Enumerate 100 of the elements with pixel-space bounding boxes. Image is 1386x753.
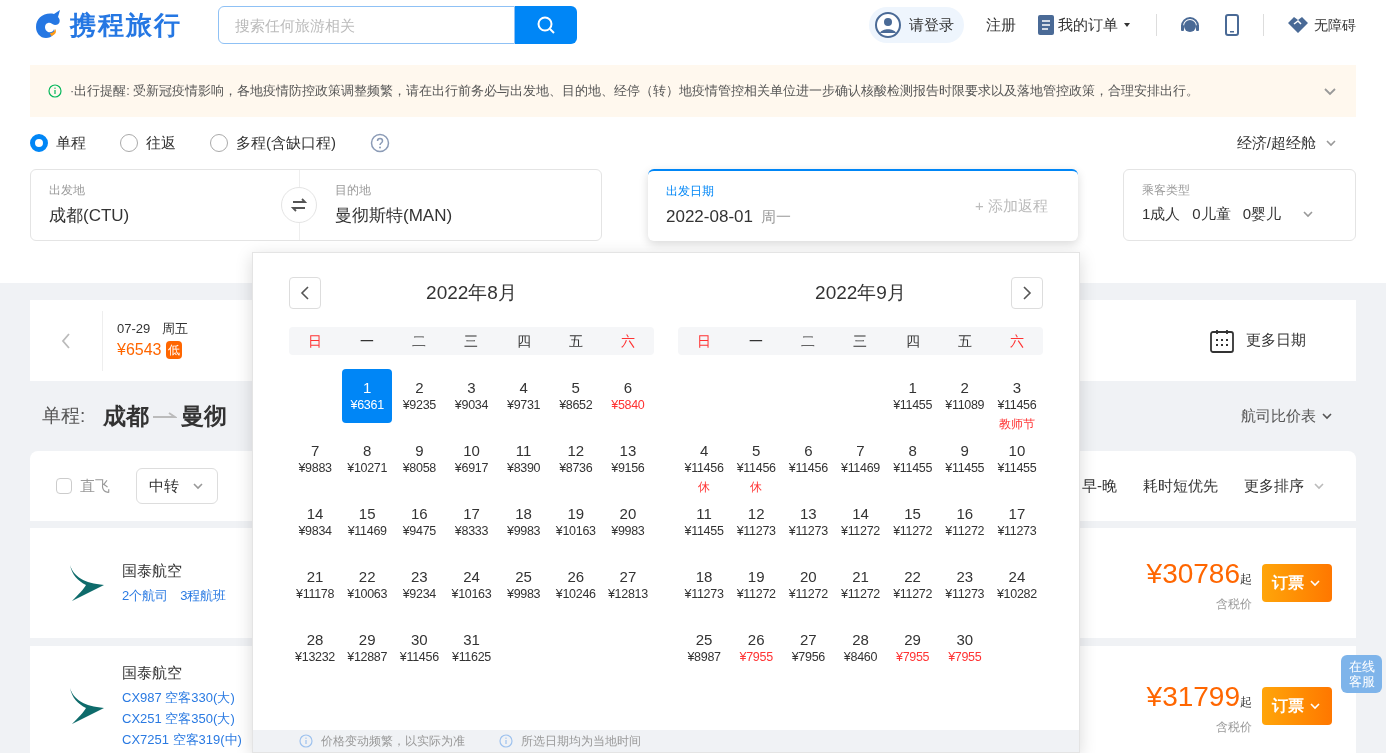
origin-field[interactable]: 出发地 成都(CTU): [31, 170, 281, 240]
orders-button[interactable]: 我的订单: [1038, 13, 1132, 37]
calendar-day[interactable]: 23 ¥9234: [394, 558, 445, 612]
calendar-day[interactable]: 23 ¥11273: [939, 558, 990, 612]
sort-option[interactable]: 早-晚: [1082, 474, 1117, 498]
cabin-select[interactable]: 经济/超经舱: [1236, 131, 1338, 155]
register-link[interactable]: 注册: [986, 13, 1016, 37]
trip-type-radio[interactable]: 往返: [120, 131, 176, 155]
calendar-day[interactable]: 29 ¥12887: [342, 621, 393, 675]
transfer-dropdown[interactable]: 中转: [136, 468, 218, 504]
calendar-day[interactable]: 21 ¥11272: [835, 558, 886, 612]
calendar-day[interactable]: 8 ¥10271: [342, 432, 393, 486]
calendar-day[interactable]: 18 ¥9983: [498, 495, 549, 549]
brand-logo[interactable]: 携程旅行: [70, 5, 182, 45]
calendar-day[interactable]: 9 ¥11455: [939, 432, 990, 486]
calendar-day[interactable]: 12 ¥11273: [731, 495, 782, 549]
date-value: 2022-08-01: [666, 206, 753, 229]
calendar-day[interactable]: 8 ¥11455: [887, 432, 938, 486]
calendar-day[interactable]: 28 ¥8460: [835, 621, 886, 675]
calendar-day[interactable]: 16 ¥11272: [939, 495, 990, 549]
day-price: ¥9983: [611, 523, 645, 539]
calendar-day[interactable]: 25 ¥9983: [498, 558, 549, 612]
trip-type-radio[interactable]: 多程(含缺口程): [210, 131, 336, 155]
calendar-day[interactable]: 1 ¥6361: [342, 369, 393, 423]
sort-option[interactable]: 更多排序: [1244, 474, 1326, 498]
flight-detail-link[interactable]: CX251 空客350(大): [122, 707, 242, 729]
calendar-day[interactable]: 26 ¥10246: [550, 558, 601, 612]
flight-detail-link[interactable]: CX7251 空客319(中): [122, 728, 242, 750]
trip-type-radio[interactable]: 单程: [30, 131, 86, 155]
calendar-day[interactable]: 30 ¥11456: [394, 621, 445, 675]
day-number: 15: [904, 505, 921, 523]
calendar-day[interactable]: 7 ¥9883: [290, 432, 341, 486]
calendar-day[interactable]: 30 ¥7955: [939, 621, 990, 675]
calendar-day[interactable]: 10 ¥11455: [991, 432, 1042, 486]
calendar-day[interactable]: 14 ¥9834: [290, 495, 341, 549]
calendar-day[interactable]: 5 ¥8652: [550, 369, 601, 423]
calendar-day[interactable]: 12 ¥8736: [550, 432, 601, 486]
day-price: ¥7955: [896, 649, 930, 665]
date-field[interactable]: 出发日期 2022-08-01 周一 + 添加返程: [648, 169, 1078, 241]
calendar-day[interactable]: 2 ¥11089: [939, 369, 990, 423]
prev-month-button[interactable]: [289, 277, 321, 309]
calendar-day[interactable]: 13 ¥9156: [602, 432, 653, 486]
phone-icon[interactable]: [1225, 14, 1239, 36]
calendar-day[interactable]: 20 ¥11272: [783, 558, 834, 612]
day-number: 30: [956, 631, 974, 649]
calendar-day[interactable]: 25 ¥8987: [679, 621, 730, 675]
help-icon[interactable]: [370, 133, 390, 153]
calendar-day[interactable]: 22 ¥10063: [342, 558, 393, 612]
flight-detail-link[interactable]: 3程航班: [180, 584, 227, 606]
calendar-day[interactable]: 14 ¥11272: [835, 495, 886, 549]
chevron-left-icon[interactable]: [60, 331, 72, 350]
day-price: ¥9983: [507, 586, 541, 602]
calendar-day[interactable]: 2 ¥9235: [394, 369, 445, 423]
calendar-day[interactable]: 31 ¥11625: [446, 621, 497, 675]
day-number: 24: [1008, 568, 1026, 586]
calendar-day[interactable]: 17 ¥11273: [991, 495, 1042, 549]
calendar-day[interactable]: 6 ¥11456: [783, 432, 834, 486]
calendar-day[interactable]: 15 ¥11272: [887, 495, 938, 549]
passenger-field[interactable]: 乘客类型 1成人 0儿童 0婴儿: [1123, 169, 1356, 241]
calendar-day[interactable]: 11 ¥8390: [498, 432, 549, 486]
calendar-day[interactable]: 18 ¥11273: [679, 558, 730, 612]
calendar-day[interactable]: 24 ¥10163: [446, 558, 497, 612]
date-strip-item[interactable]: 07-29 周五 ¥6543 低: [102, 310, 189, 371]
destination-field[interactable]: 目的地 曼彻斯特(MAN): [317, 170, 601, 240]
calendar-day[interactable]: 13 ¥11273: [783, 495, 834, 549]
date-label: 出发日期: [666, 183, 715, 201]
calendar-day[interactable]: 20 ¥9983: [602, 495, 653, 549]
calendar-day[interactable]: 27 ¥12813: [602, 558, 653, 612]
flight-detail-link[interactable]: 2个航司: [122, 584, 169, 606]
calendar-day[interactable]: 22 ¥11272: [887, 558, 938, 612]
calendar-day[interactable]: 17 ¥8333: [446, 495, 497, 549]
calendar-day[interactable]: 19 ¥10163: [550, 495, 601, 549]
calendar-day[interactable]: 9 ¥8058: [394, 432, 445, 486]
calendar-day[interactable]: 4 ¥9731: [498, 369, 549, 423]
calendar-day[interactable]: 16 ¥9475: [394, 495, 445, 549]
more-dates-button[interactable]: 更多日期: [1210, 328, 1306, 353]
calendar-day[interactable]: 3 ¥9034: [446, 369, 497, 423]
airline-compare-button[interactable]: 航司比价表: [1241, 404, 1334, 428]
search-field[interactable]: 搜索任何旅游相关: [218, 6, 515, 44]
calendar-day[interactable]: 11 ¥11455: [679, 495, 730, 549]
calendar-day[interactable]: 27 ¥7956: [783, 621, 834, 675]
flight-detail-link[interactable]: CX987 空客330(大): [122, 686, 242, 708]
login-button[interactable]: 请登录: [869, 7, 964, 43]
calendar-day[interactable]: 19 ¥11272: [731, 558, 782, 612]
calendar-day[interactable]: 29 ¥7955: [887, 621, 938, 675]
search-button[interactable]: [515, 6, 577, 44]
swap-button[interactable]: [281, 187, 317, 223]
calendar-day[interactable]: 10 ¥6917: [446, 432, 497, 486]
calendar-day[interactable]: 21 ¥11178: [290, 558, 341, 612]
calendar-day[interactable]: 7 ¥11469: [835, 432, 886, 486]
accessibility-button[interactable]: 无障碍: [1286, 14, 1356, 36]
calendar-day[interactable]: 15 ¥11469: [342, 495, 393, 549]
day-price: ¥11273: [736, 523, 776, 539]
calendar-day[interactable]: 1 ¥11455: [887, 369, 938, 423]
calendar-day[interactable]: 28 ¥13232: [290, 621, 341, 675]
sort-option[interactable]: 耗时短优先: [1143, 474, 1218, 498]
calendar-day[interactable]: 24 ¥10282: [991, 558, 1042, 612]
calendar-day[interactable]: 26 ¥7955: [731, 621, 782, 675]
next-month-button[interactable]: [1011, 277, 1043, 309]
calendar-day[interactable]: 6 ¥5840: [602, 369, 653, 423]
